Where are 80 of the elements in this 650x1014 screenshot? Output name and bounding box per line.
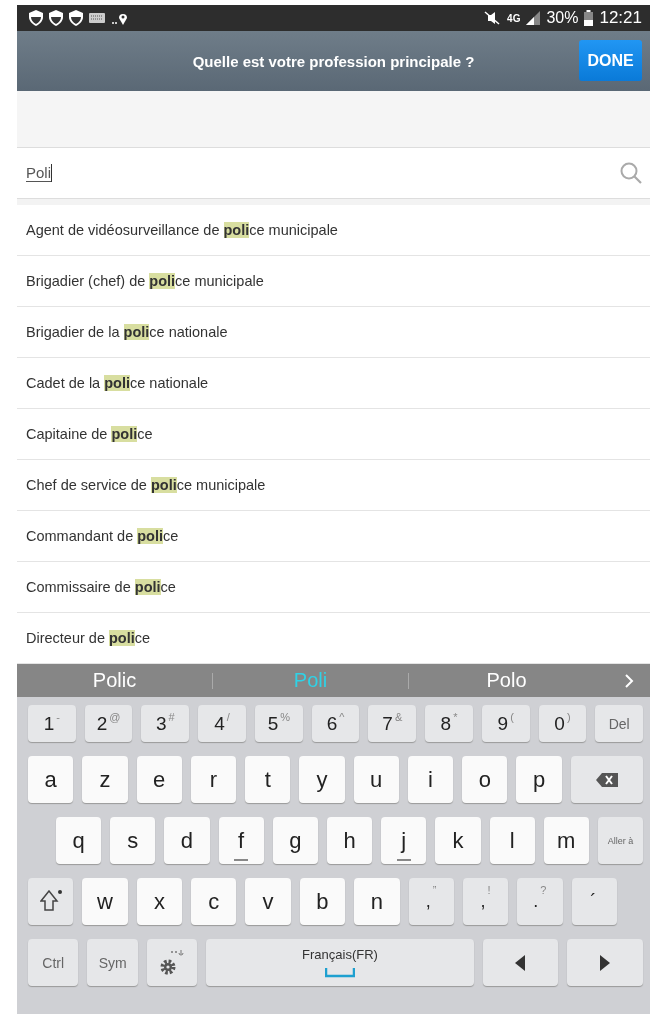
key[interactable]: 8$^{*}$	[425, 705, 473, 742]
backspace-icon	[595, 772, 618, 787]
location-pin-icon	[111, 11, 129, 25]
word-suggestion[interactable]: Polic	[17, 669, 212, 692]
key[interactable]: ,$^{”}$	[408, 878, 454, 925]
mute-icon	[483, 11, 502, 25]
key[interactable]: n	[354, 878, 400, 925]
key[interactable]: v	[245, 878, 291, 925]
key[interactable]: 7$^{&}$	[368, 705, 417, 742]
result-item[interactable]: Cadet de la police nationale	[17, 358, 650, 409]
shift-key[interactable]	[28, 878, 74, 925]
key[interactable]: q	[56, 817, 102, 864]
key[interactable]: 0$^{)}$	[538, 705, 587, 742]
shift-icon	[39, 889, 62, 914]
battery-icon	[584, 10, 594, 26]
key[interactable]: s	[110, 817, 156, 864]
done-button[interactable]: DONE	[579, 40, 642, 81]
key[interactable]: c	[191, 878, 237, 925]
key[interactable]: ´	[571, 878, 617, 925]
left-arrow-key[interactable]	[482, 939, 559, 986]
shield-icon	[49, 10, 63, 26]
key[interactable]: a	[28, 756, 74, 803]
search-field[interactable]: Poli	[17, 147, 650, 199]
key[interactable]: x	[136, 878, 183, 925]
left-triangle-icon	[515, 954, 526, 971]
space-key[interactable]: Français(FR)	[206, 939, 474, 986]
result-item[interactable]: Chef de service de police municipale	[17, 460, 650, 511]
result-item[interactable]: Commissaire de police	[17, 562, 650, 613]
key[interactable]: b	[299, 878, 346, 925]
right-arrow-key[interactable]	[567, 939, 643, 986]
key[interactable]: .$^{?}$	[517, 878, 563, 925]
key[interactable]: 5$^{%}$	[254, 705, 303, 742]
key[interactable]: f	[218, 817, 264, 864]
shield-icon	[69, 10, 83, 26]
gear-icon	[158, 948, 187, 977]
result-item[interactable]: Agent de vidéosurveillance de police municipale	[17, 205, 650, 256]
key[interactable]: z	[82, 756, 128, 803]
right-triangle-icon	[600, 954, 611, 971]
word-suggestion[interactable]: Polo	[409, 669, 604, 692]
key[interactable]: 3$^{#}$	[141, 705, 190, 742]
result-item[interactable]: Capitaine de police	[17, 409, 650, 460]
key[interactable]: ,$^{!}$	[462, 878, 509, 925]
key[interactable]: Sym	[87, 939, 138, 986]
signal-icon	[526, 11, 541, 25]
battery-percent: 30%	[546, 9, 579, 27]
key[interactable]: y	[299, 756, 345, 803]
chevron-right-icon[interactable]	[624, 672, 634, 689]
key[interactable]: l	[489, 817, 535, 864]
result-item[interactable]: Brigadier de la police nationale	[17, 307, 650, 358]
key[interactable]: m	[543, 817, 589, 864]
shield-icon	[29, 10, 43, 26]
key[interactable]: h	[326, 817, 373, 864]
key[interactable]: 6$^{^}$	[311, 705, 360, 742]
keyboard-icon	[89, 13, 105, 23]
key[interactable]: o	[462, 756, 508, 803]
key[interactable]: w	[82, 878, 128, 925]
key[interactable]: d	[164, 817, 210, 864]
key[interactable]: i	[407, 756, 454, 803]
key[interactable]: Ctrl	[28, 939, 79, 986]
backspace-key[interactable]	[570, 756, 644, 803]
key[interactable]: t	[245, 756, 291, 803]
key[interactable]: r	[190, 756, 237, 803]
keyboard-language: Français(FR)	[302, 947, 378, 962]
key[interactable]: p	[516, 756, 562, 803]
network-type: 4G	[507, 12, 521, 24]
key[interactable]: Del	[595, 705, 644, 742]
key[interactable]: e	[136, 756, 182, 803]
space-bar-icon	[325, 968, 355, 978]
key[interactable]: Aller à	[597, 817, 644, 864]
key[interactable]: 9$^{(}$	[481, 705, 530, 742]
clock: 12:21	[599, 8, 642, 28]
key[interactable]: u	[353, 756, 399, 803]
key[interactable]: k	[435, 817, 481, 864]
settings-key[interactable]	[146, 939, 198, 986]
key[interactable]: j	[381, 817, 427, 864]
key[interactable]: 4$^{/}$	[198, 705, 246, 742]
key[interactable]: 1$^{-}$	[28, 705, 76, 742]
key[interactable]: 2$^{@}$	[84, 705, 133, 742]
key[interactable]: g	[272, 817, 318, 864]
dialog-title: Quelle est votre profession principale ?	[192, 52, 475, 70]
